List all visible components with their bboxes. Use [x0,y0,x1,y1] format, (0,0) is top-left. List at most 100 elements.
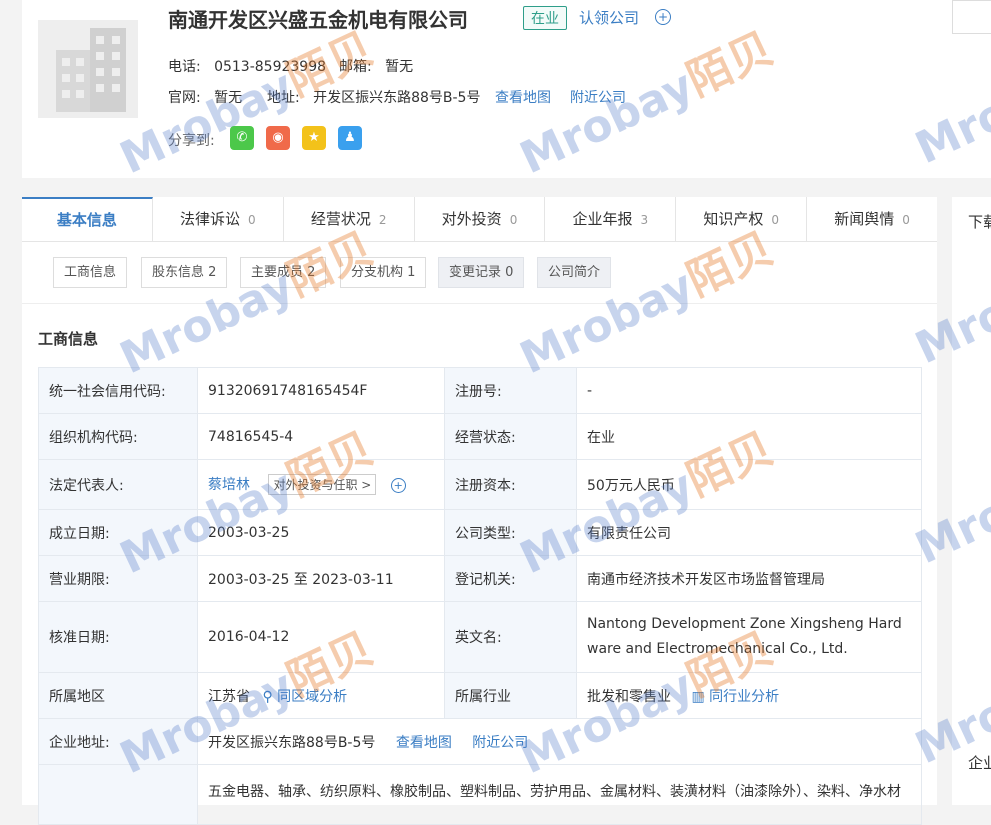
nearby-companies-link[interactable]: 附近公司 [472,735,528,751]
phone-label: 电话: [168,59,201,75]
address-row: 地址: 开发区振兴东路88号B-5号 [267,87,480,107]
tab-ip[interactable]: 知识产权 0 [676,197,808,241]
right-edge-button[interactable] [952,0,991,34]
website-row: 官网: 暂无 [168,87,242,107]
tab-label: 经营状况 [310,210,371,228]
scope-label [38,764,198,825]
region-label: 所属地区 [38,672,198,719]
company-header: 南通开发区兴盛五金机电有限公司 在业 认领公司 + 电话: 0513-85923… [22,0,991,178]
industry-label: 所属行业 [444,672,577,719]
tab-label: 新闻舆情 [834,210,895,228]
email-value: 暂无 [385,59,414,75]
industry-analysis-link[interactable]: 同行业分析 [709,689,779,705]
tab-operations[interactable]: 经营状况 2 [284,197,415,241]
phone-value: 0513-85923998 [214,59,327,75]
tab-investments[interactable]: 对外投资 0 [415,197,546,241]
region-cell: 江苏省 ⚲ 同区域分析 [197,672,445,719]
business-info-table: 统一社会信用代码: 91320691748165454F 注册号: - 组织机构… [38,367,922,825]
table-row: 法定代表人: 蔡培林 对外投资与任职 > + 注册资本: 50万元人民币 [38,459,922,510]
tab-label: 法律诉讼 [179,210,240,228]
reg-no-value: - [576,367,922,414]
side-panel-title: 下载 [968,213,991,231]
bar-chart-icon: ▥ [691,688,705,705]
share-label: 分享到: [168,133,215,149]
authority-label: 登记机关: [444,555,577,602]
table-row: 所属地区 江苏省 ⚲ 同区域分析 所属行业 批发和零售业 ▥ 同行业分析 [38,672,922,719]
subtab-company-intro[interactable]: 公司简介 [537,257,612,288]
status-badge: 在业 [523,6,567,30]
divider [22,303,937,304]
main-tabs: 基本信息 法律诉讼 0 经营状况 2 对外投资 0 企业年报 3 知识产权 0 新闻舆情 0 [22,197,937,242]
region-value: 江苏省 [208,688,250,705]
legal-rep-label: 法定代表人: [38,459,198,510]
industry-cell: 批发和零售业 ▥ 同行业分析 [576,672,922,719]
company-type-value: 有限责任公司 [576,509,922,556]
email-row: 邮箱: 暂无 [339,56,413,76]
address-label: 地址: [267,90,300,106]
reg-capital-value: 50万元人民币 [576,459,922,510]
subtab-key-members[interactable]: 主要成员 2 [240,257,327,288]
main-panel: 基本信息 法律诉讼 0 经营状况 2 对外投资 0 企业年报 3 知识产权 0 新闻舆情 0… [22,197,937,825]
legal-rep-link[interactable]: 蔡培林 [208,477,250,493]
company-logo-placeholder [38,20,138,118]
tab-label: 对外投资 [441,210,502,228]
table-row: 组织机构代码: 74816545-4 经营状态: 在业 [38,413,922,460]
tab-label: 知识产权 [703,210,764,228]
investments-roles-button[interactable]: 对外投资与任职 > [268,474,377,495]
weibo-icon[interactable]: ◉ [266,126,290,150]
claim-company-link[interactable]: 认领公司 [579,7,639,28]
table-row: 统一社会信用代码: 91320691748165454F 注册号: - [38,367,922,414]
tab-news[interactable]: 新闻舆情 0 [807,197,937,241]
term-label: 营业期限: [38,555,198,602]
subtab-shareholders[interactable]: 股东信息 2 [141,257,228,288]
section-title: 工商信息 [38,330,99,348]
email-label: 邮箱: [339,59,372,75]
english-name-value: Nantong Development Zone Xingsheng Hardw… [576,601,922,673]
legal-rep-cell: 蔡培林 对外投资与任职 > + [197,459,445,510]
plus-circle-icon[interactable]: + [655,9,671,25]
qzone-icon[interactable]: ★ [302,126,326,150]
website-label: 官网: [168,90,201,106]
approval-value: 2016-04-12 [197,601,445,673]
subtab-change-records[interactable]: 变更记录 0 [438,257,525,288]
company-address-label: 企业地址: [38,718,198,765]
biz-status-label: 经营状态: [444,413,577,460]
qq-icon[interactable]: ♟ [338,126,362,150]
tab-annual-reports[interactable]: 企业年报 3 [545,197,677,241]
subtab-business-info[interactable]: 工商信息 [53,257,128,288]
region-analysis-link[interactable]: 同区域分析 [277,689,347,705]
phone-row: 电话: 0513-85923998 [168,56,326,76]
tab-count: 3 [640,213,649,227]
plus-circle-icon[interactable]: + [390,478,406,493]
tab-basic-info[interactable]: 基本信息 [22,197,153,241]
nearby-companies-link[interactable]: 附近公司 [570,87,626,107]
authority-value: 南通市经济技术开发区市场监督管理局 [576,555,922,602]
view-map-link[interactable]: 查看地图 [495,87,551,107]
side-panel: 下载 企业 [952,197,991,805]
tab-label: 基本信息 [56,211,117,229]
tab-count: 0 [247,213,256,227]
table-row: 营业期限: 2003-03-25 至 2023-03-11 登记机关: 南通市经… [38,555,922,602]
table-row: 成立日期: 2003-03-25 公司类型: 有限责任公司 [38,509,922,556]
wechat-icon[interactable]: ✆ [230,126,254,150]
reg-no-label: 注册号: [444,367,577,414]
table-row: 企业地址: 开发区振兴东路88号B-5号 查看地图 附近公司 [38,718,922,765]
approval-label: 核准日期: [38,601,198,673]
english-name-label: 英文名: [444,601,577,673]
business-scope-value: 五金电器、轴承、纺织原料、橡胶制品、塑料制品、劳护用品、金属材料、装潢材料（油漆… [197,764,922,825]
view-map-link[interactable]: 查看地图 [396,735,452,751]
reg-capital-label: 注册资本: [444,459,577,510]
founded-label: 成立日期: [38,509,198,556]
tab-count: 0 [509,213,518,227]
org-code-value: 74816545-4 [197,413,445,460]
subtab-branches[interactable]: 分支机构 1 [340,257,427,288]
tab-count: 0 [902,213,910,227]
industry-value: 批发和零售业 [587,688,671,705]
company-address-cell: 开发区振兴东路88号B-5号 查看地图 附近公司 [197,718,922,765]
table-row: 五金电器、轴承、纺织原料、橡胶制品、塑料制品、劳护用品、金属材料、装潢材料（油漆… [38,764,922,825]
company-address-value: 开发区振兴东路88号B-5号 [208,734,376,751]
tab-label: 企业年报 [572,210,633,228]
tab-legal[interactable]: 法律诉讼 0 [153,197,284,241]
tab-count: 2 [378,213,387,227]
side-panel-subtitle: 企业 [968,754,991,772]
